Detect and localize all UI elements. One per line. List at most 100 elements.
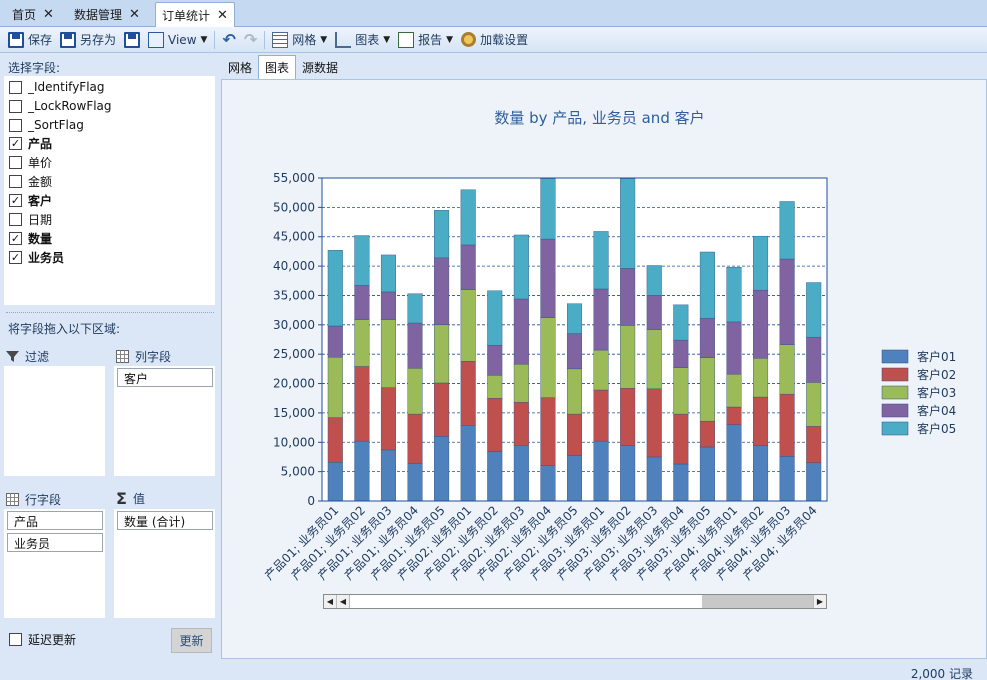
bar-segment[interactable] <box>593 440 609 502</box>
bar-segment[interactable] <box>540 178 556 240</box>
undo-button[interactable]: ↶ <box>218 29 239 51</box>
bar-segment[interactable] <box>540 397 556 466</box>
bar-segment[interactable] <box>726 321 742 375</box>
field-product[interactable]: ✓ 产品 <box>9 134 52 152</box>
checkbox[interactable] <box>9 174 22 188</box>
bar-segment[interactable] <box>699 251 715 319</box>
row-field-chip[interactable]: 产品 <box>7 511 103 530</box>
bar-segment[interactable] <box>327 325 343 358</box>
bar-segment[interactable] <box>566 455 583 502</box>
bar-segment[interactable] <box>407 293 423 324</box>
bar-segment[interactable] <box>806 462 822 502</box>
bar-segment[interactable] <box>646 295 662 330</box>
bar-segment[interactable] <box>699 357 715 422</box>
bar-segment[interactable] <box>434 257 450 326</box>
bar-segment[interactable] <box>753 235 769 291</box>
save-button[interactable]: 保存 <box>4 29 56 51</box>
bar-segment[interactable] <box>566 368 583 415</box>
column-field-chip[interactable]: 客户 <box>117 368 213 387</box>
bar-segment[interactable] <box>354 440 370 502</box>
bar-segment[interactable] <box>540 238 556 318</box>
save-quick-button[interactable] <box>120 29 144 51</box>
bar-segment[interactable] <box>327 356 343 418</box>
checkbox[interactable] <box>9 155 22 169</box>
bar-segment[interactable] <box>434 382 450 437</box>
bar-segment[interactable] <box>699 446 715 502</box>
bar-segment[interactable] <box>407 463 423 502</box>
bar-segment[interactable] <box>487 290 503 346</box>
bar-segment[interactable] <box>673 339 689 368</box>
bar-segment[interactable] <box>380 449 396 502</box>
bar-segment[interactable] <box>487 345 503 376</box>
checkbox[interactable] <box>9 80 22 94</box>
filter-drop-zone[interactable] <box>4 366 105 476</box>
defer-update[interactable]: 延迟更新 <box>9 631 76 648</box>
checkbox[interactable] <box>9 99 22 113</box>
bar-segment[interactable] <box>513 363 529 403</box>
tab-order-statistics[interactable]: 订单统计 ✕ <box>155 2 235 28</box>
checkbox[interactable] <box>9 118 22 132</box>
checkbox-checked[interactable]: ✓ <box>9 136 22 150</box>
bar-segment[interactable] <box>646 388 662 458</box>
bar-segment[interactable] <box>593 231 609 290</box>
checkbox-checked[interactable]: ✓ <box>9 193 22 207</box>
bar-segment[interactable] <box>460 189 476 246</box>
bar-segment[interactable] <box>620 178 636 269</box>
scroll-left-icon[interactable]: ◀ <box>337 595 350 608</box>
bar-segment[interactable] <box>806 282 822 338</box>
bar-segment[interactable] <box>460 244 476 290</box>
scroll-thumb[interactable] <box>702 595 814 608</box>
bar-segment[interactable] <box>673 304 689 341</box>
bar-segment[interactable] <box>673 463 689 502</box>
bar-segment[interactable] <box>620 325 636 389</box>
bar-segment[interactable] <box>779 258 795 345</box>
field-date[interactable]: 日期 <box>9 210 52 228</box>
chart-dropdown[interactable]: 图表 ▼ <box>331 29 394 51</box>
checkbox-checked[interactable]: ✓ <box>9 231 22 245</box>
bar-segment[interactable] <box>327 250 343 327</box>
bar-segment[interactable] <box>540 465 556 502</box>
bar-segment[interactable] <box>620 388 636 446</box>
value-field-chip[interactable]: 数量 (合计) <box>117 511 213 530</box>
bar-segment[interactable] <box>673 413 689 465</box>
bar-segment[interactable] <box>779 201 795 260</box>
bar-segment[interactable] <box>407 413 423 464</box>
checkbox[interactable] <box>9 212 22 226</box>
bar-segment[interactable] <box>620 268 636 326</box>
field-identifyflag[interactable]: _IdentifyFlag <box>9 78 105 96</box>
row-field-chip[interactable]: 业务员 <box>7 533 103 552</box>
scroll-right-icon[interactable]: ▶ <box>813 595 826 608</box>
chart-horizontal-scrollbar[interactable]: ◀ ◀ ▶ <box>323 594 827 609</box>
save-as-button[interactable]: 另存为 <box>56 29 120 51</box>
tab-home[interactable]: 首页 ✕ <box>6 2 60 27</box>
bar-segment[interactable] <box>779 456 795 502</box>
bar-segment[interactable] <box>753 289 769 359</box>
bar-segment[interactable] <box>699 318 715 358</box>
bar-segment[interactable] <box>779 393 795 457</box>
bar-segment[interactable] <box>513 234 529 300</box>
bar-segment[interactable] <box>487 398 503 452</box>
bar-segment[interactable] <box>380 291 396 320</box>
bar-segment[interactable] <box>753 445 769 502</box>
bar-segment[interactable] <box>513 445 529 502</box>
load-settings-button[interactable]: 加载设置 <box>457 29 532 51</box>
view-dropdown[interactable]: View ▼ <box>144 29 211 51</box>
bar-segment[interactable] <box>566 413 583 456</box>
bar-segment[interactable] <box>327 417 343 463</box>
field-lockrowflag[interactable]: _LockRowFlag <box>9 97 112 115</box>
bar-segment[interactable] <box>646 456 662 502</box>
bar-segment[interactable] <box>460 289 476 362</box>
bar-segment[interactable] <box>460 361 476 426</box>
bar-segment[interactable] <box>806 382 822 427</box>
bar-segment[interactable] <box>593 389 609 442</box>
close-icon[interactable]: ✕ <box>129 7 140 22</box>
bar-segment[interactable] <box>779 344 795 395</box>
bar-segment[interactable] <box>354 285 370 320</box>
tab-source-data[interactable]: 源数据 <box>296 55 344 79</box>
bar-segment[interactable] <box>806 336 822 383</box>
bar-segment[interactable] <box>380 387 396 451</box>
field-sortflag[interactable]: _SortFlag <box>9 116 84 134</box>
close-icon[interactable]: ✕ <box>43 7 54 22</box>
bar-segment[interactable] <box>407 322 423 369</box>
scroll-left-icon[interactable]: ◀ <box>324 595 337 608</box>
